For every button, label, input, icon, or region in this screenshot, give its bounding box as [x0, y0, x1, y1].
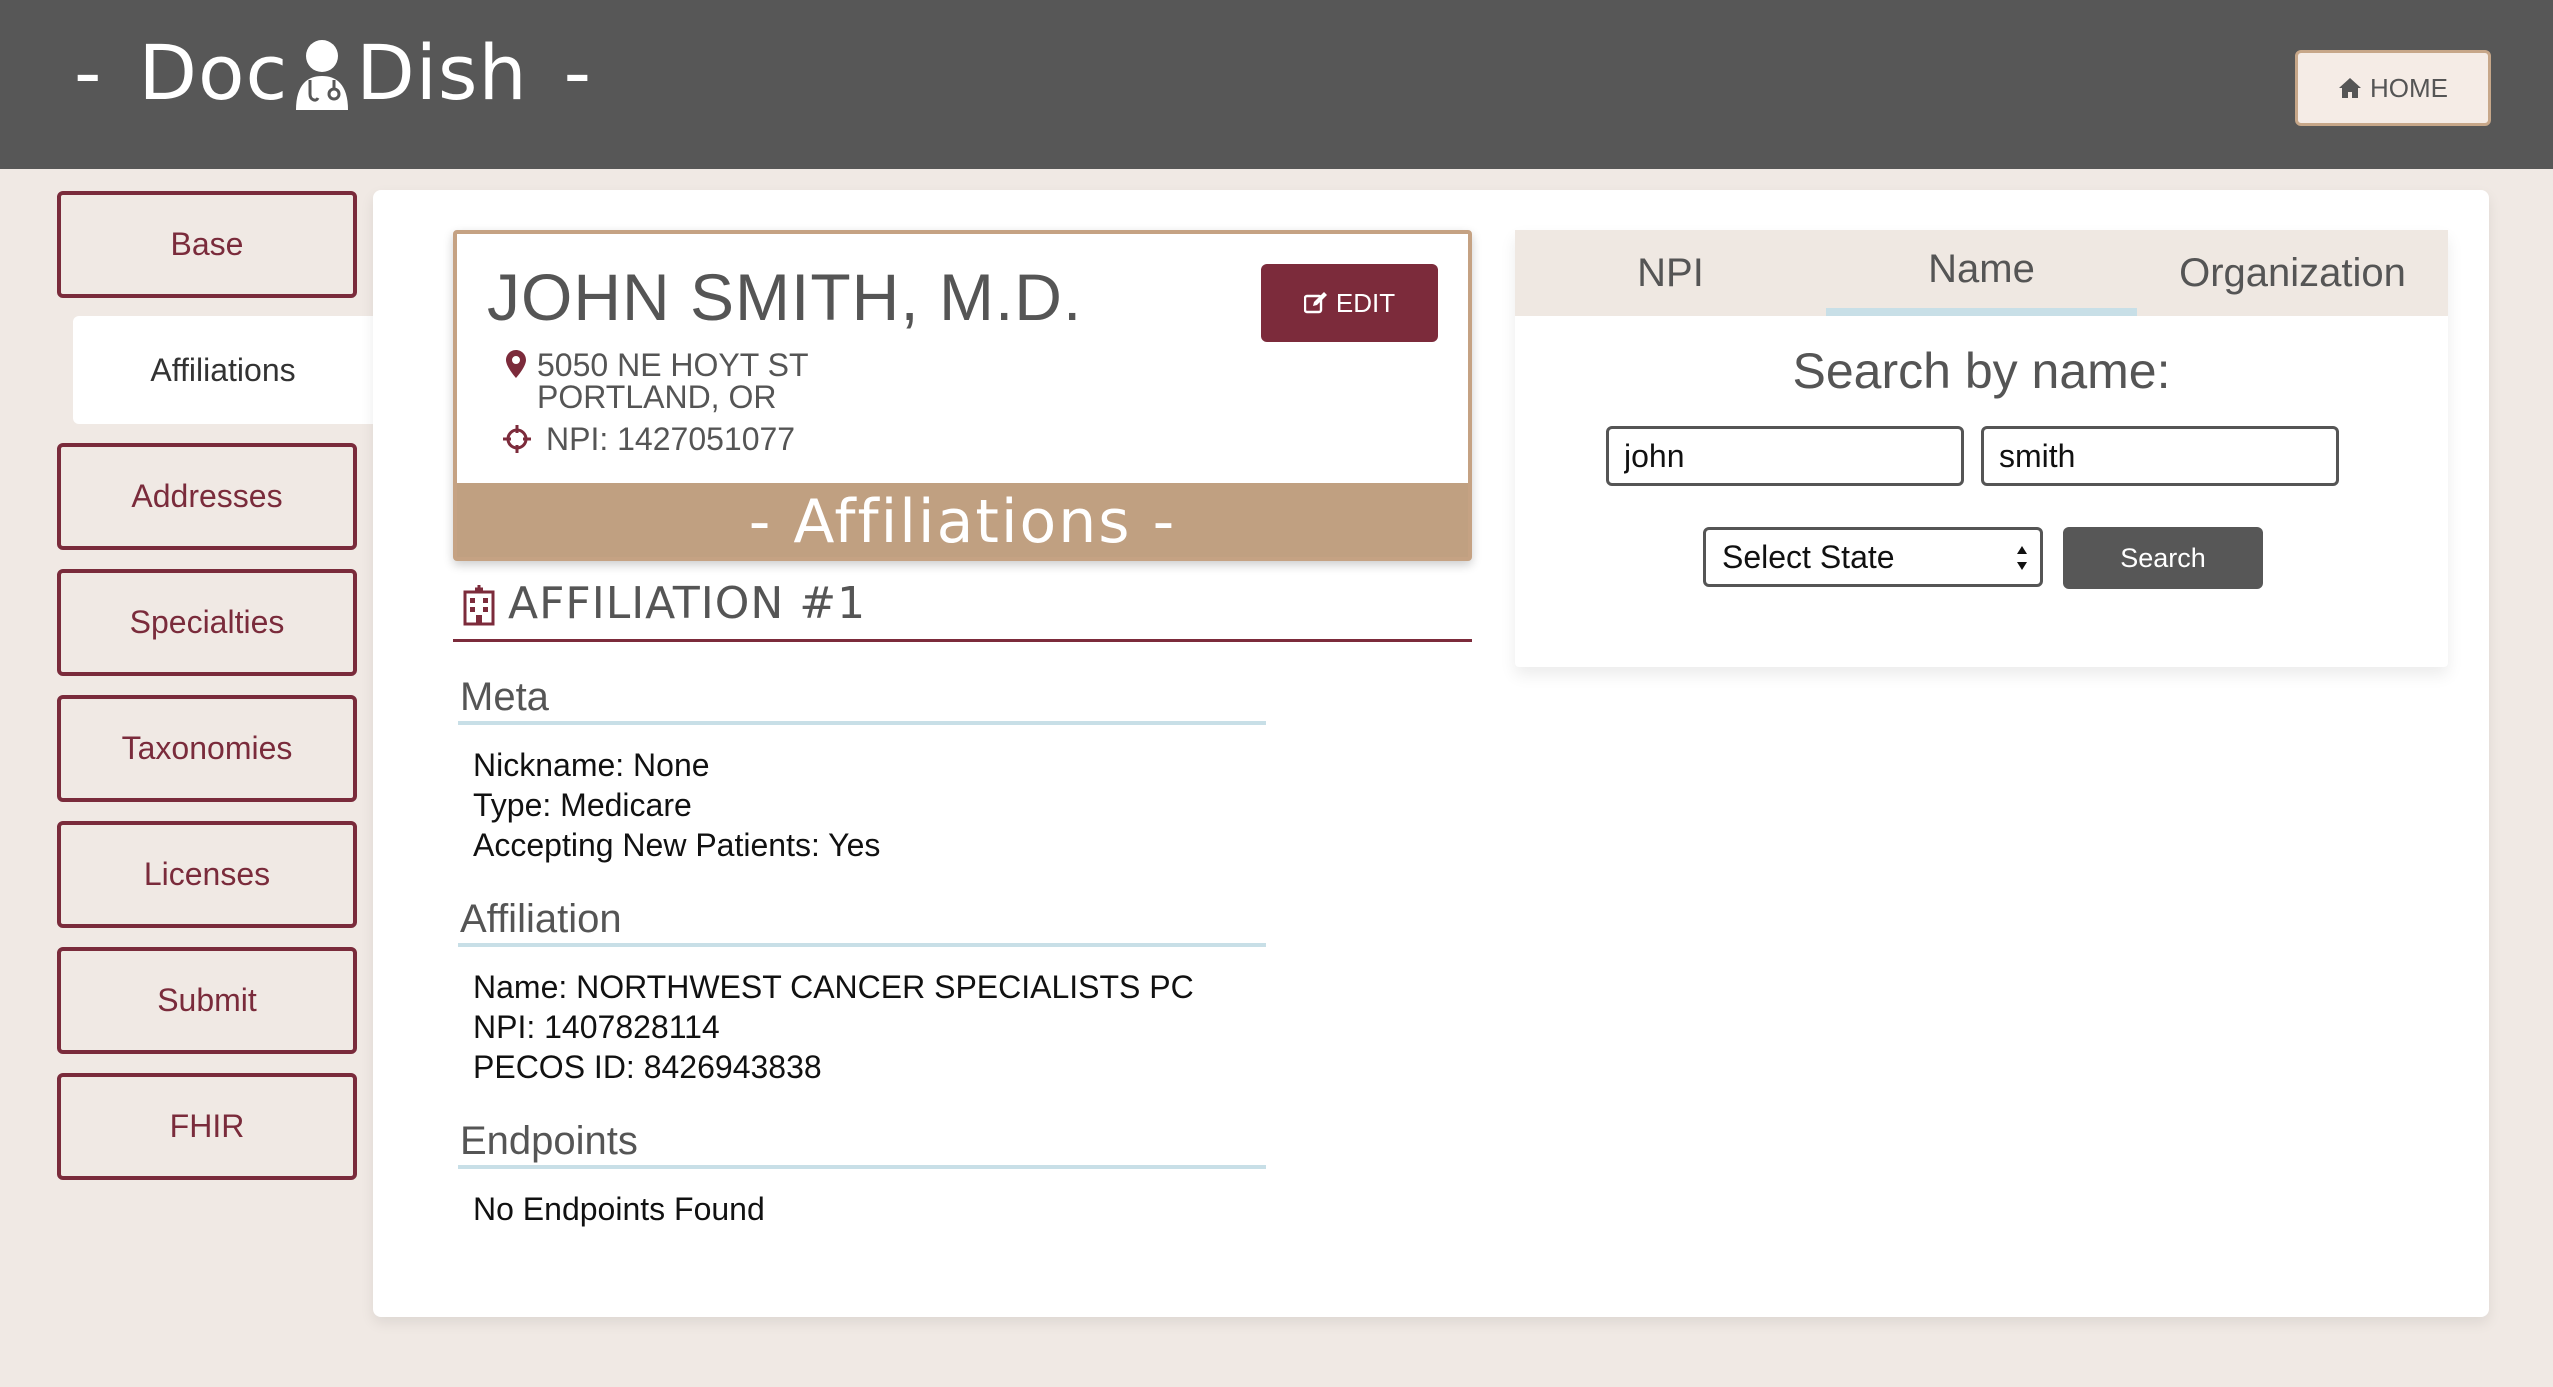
- tab-label: Name: [1928, 246, 2035, 291]
- docdish-logo[interactable]: - Doc Dish -: [74, 22, 592, 122]
- meta-section-title: Meta: [458, 675, 1266, 725]
- logo-text-dish: Dish: [356, 27, 528, 117]
- search-title: Search by name:: [1792, 343, 2171, 399]
- last-name-input[interactable]: [1981, 426, 2339, 486]
- top-header: - Doc Dish - HOME: [0, 0, 2553, 169]
- search-tabs: NPI Name Organization: [1515, 230, 2448, 316]
- nickname-value: Nickname: None: [473, 747, 710, 783]
- search-button[interactable]: Search: [2063, 527, 2263, 589]
- address-line-2: PORTLAND, OR: [537, 379, 777, 415]
- sidebar-item-addresses[interactable]: Addresses: [57, 443, 357, 550]
- logo-dash-right: -: [563, 27, 593, 117]
- home-button-label: HOME: [2370, 72, 2448, 103]
- crosshairs-icon: [503, 425, 531, 453]
- home-icon: [2339, 78, 2361, 98]
- affiliation-name-value: Name: NORTHWEST CANCER SPECIALISTS PC: [473, 969, 1194, 1005]
- hospital-icon: [463, 585, 495, 626]
- affiliations-banner: - Affiliations -: [457, 483, 1468, 557]
- search-button-label: Search: [2120, 542, 2206, 573]
- sidebar-item-label: Licenses: [143, 856, 271, 892]
- tab-npi[interactable]: NPI: [1515, 230, 1826, 316]
- affiliation-section-title: Affiliation: [458, 897, 1266, 947]
- provider-name: JOHN SMITH, M.D.: [487, 260, 1083, 334]
- sidebar-item-label: FHIR: [169, 1108, 245, 1144]
- sidebar-item-taxonomies[interactable]: Taxonomies: [57, 695, 357, 802]
- edit-button[interactable]: EDIT: [1261, 264, 1438, 342]
- affiliation-npi-value: NPI: 1407828114: [473, 1009, 720, 1045]
- endpoints-section-title: Endpoints: [458, 1119, 1266, 1169]
- state-select-value: Select State: [1722, 538, 1895, 575]
- logo-text-doc: Doc: [138, 27, 289, 117]
- sidebar-item-label: Affiliations: [150, 351, 296, 388]
- provider-card: JOHN SMITH, M.D. EDIT 5050 NE HOYT ST PO…: [453, 230, 1472, 561]
- sidebar-item-label: Specialties: [129, 604, 285, 640]
- sidebar-item-label: Addresses: [131, 478, 283, 514]
- first-name-input[interactable]: [1606, 426, 1964, 486]
- tab-label: NPI: [1637, 250, 1704, 295]
- tab-name[interactable]: Name: [1826, 230, 2137, 316]
- sidebar-item-submit[interactable]: Submit: [57, 947, 357, 1054]
- doctor-icon: [290, 32, 354, 112]
- sidebar-item-label: Base: [170, 226, 244, 262]
- map-marker-icon: [506, 350, 526, 378]
- tab-label: Organization: [2179, 250, 2406, 295]
- logo-dash-left: -: [74, 27, 103, 117]
- endpoints-value: No Endpoints Found: [473, 1191, 765, 1227]
- select-arrows-icon: [2017, 546, 2027, 570]
- affiliation-heading: AFFILIATION #1: [453, 578, 1472, 642]
- sidebar-item-fhir[interactable]: FHIR: [57, 1073, 357, 1180]
- sidebar-item-label: Taxonomies: [121, 730, 293, 766]
- home-button[interactable]: HOME: [2295, 50, 2491, 126]
- provider-npi: NPI: 1427051077: [546, 421, 796, 457]
- type-value: Type: Medicare: [473, 787, 692, 823]
- sidebar-item-licenses[interactable]: Licenses: [57, 821, 357, 928]
- edit-icon: [1303, 292, 1327, 314]
- edit-button-label: EDIT: [1335, 287, 1396, 318]
- state-select[interactable]: Select State: [1703, 527, 2043, 587]
- search-card: NPI Name Organization Search by name: Se…: [1515, 230, 2448, 667]
- pecos-id-value: PECOS ID: 8426943838: [473, 1049, 822, 1085]
- sidebar-item-label: Submit: [157, 982, 257, 1018]
- sidebar-item-base[interactable]: Base: [57, 191, 357, 298]
- tab-organization[interactable]: Organization: [2137, 230, 2448, 316]
- accepting-patients-value: Accepting New Patients: Yes: [473, 827, 881, 863]
- affiliation-heading-text: AFFILIATION #1: [508, 578, 867, 629]
- sidebar-item-specialties[interactable]: Specialties: [57, 569, 357, 676]
- sidebar-item-affiliations[interactable]: Affiliations: [73, 316, 373, 424]
